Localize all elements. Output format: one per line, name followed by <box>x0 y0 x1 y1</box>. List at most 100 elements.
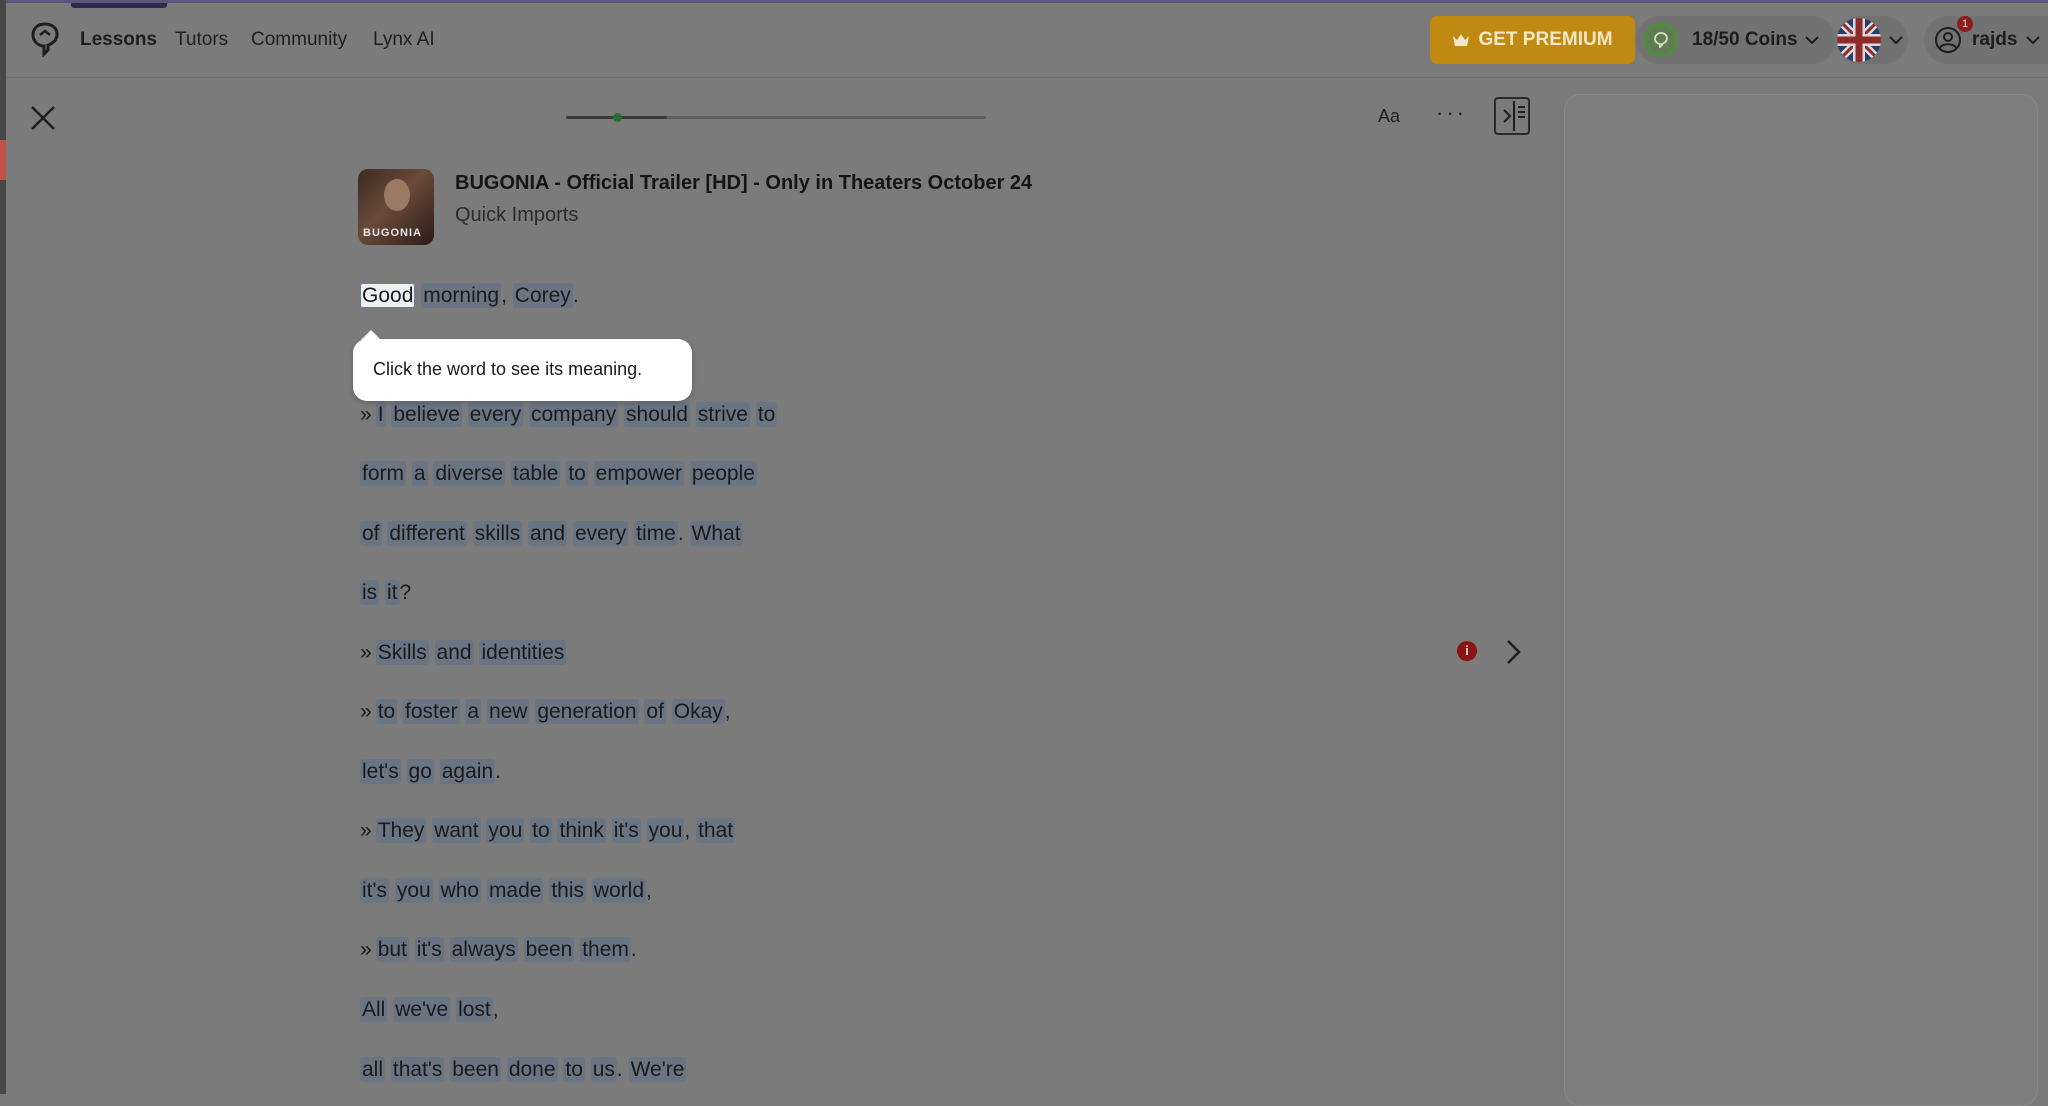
transcript-word[interactable]: and <box>434 640 474 665</box>
transcript-word[interactable]: we've <box>393 997 451 1022</box>
transcript-word[interactable]: people <box>689 461 757 486</box>
coins-label: 18/50 Coins <box>1692 29 1798 50</box>
transcript-word[interactable]: been <box>450 1057 501 1082</box>
transcript-word[interactable]: morning <box>421 283 502 308</box>
transcript-word[interactable]: want <box>432 818 481 843</box>
transcript-line: » to foster a new generation of Okay, <box>360 699 731 724</box>
transcript-word[interactable]: I <box>375 402 386 427</box>
transcript-word[interactable]: think <box>557 818 606 843</box>
transcript-word[interactable]: table <box>510 461 561 486</box>
transcript-word[interactable]: who <box>438 878 482 903</box>
transcript-word[interactable]: Good <box>360 283 416 308</box>
transcript-word[interactable]: a <box>411 461 428 486</box>
transcript-word[interactable]: to <box>375 699 398 724</box>
transcript-word[interactable]: that <box>696 818 736 843</box>
transcript-word[interactable]: you <box>394 878 433 903</box>
transcript-word[interactable]: of <box>360 521 382 546</box>
transcript-word[interactable]: let's <box>360 759 401 784</box>
transcript-word[interactable]: it's <box>360 878 390 903</box>
transcript-word[interactable]: is <box>360 580 380 605</box>
transcript-word[interactable]: lost <box>456 997 493 1022</box>
transcript-word[interactable]: every <box>467 402 524 427</box>
transcript-word[interactable]: you <box>646 818 685 843</box>
transcript-word[interactable]: to <box>566 461 588 486</box>
transcript-word[interactable]: company <box>528 402 619 427</box>
transcript-word[interactable]: you <box>486 818 525 843</box>
more-options-button[interactable]: ··· <box>1436 100 1467 126</box>
transcript-word[interactable]: it's <box>414 937 444 962</box>
transcript-word[interactable]: to <box>530 818 552 843</box>
speaker-marker: » <box>360 819 372 842</box>
transcript-word[interactable]: go <box>406 759 434 784</box>
transcript-word[interactable]: every <box>572 521 629 546</box>
lingq-logo-icon[interactable] <box>30 21 60 57</box>
get-premium-button[interactable]: GET PREMIUM <box>1430 16 1635 64</box>
left-edge-marker <box>0 140 6 180</box>
punctuation: . <box>616 1058 623 1081</box>
transcript-word[interactable]: We're <box>628 1057 687 1082</box>
transcript-word[interactable]: all <box>360 1057 386 1082</box>
punctuation: , <box>492 998 499 1021</box>
notification-badge[interactable]: 1 <box>1957 16 1973 32</box>
lesson-thumbnail: BUGONIA <box>358 169 434 245</box>
transcript-word[interactable]: empower <box>593 461 685 486</box>
nav-link-lessons[interactable]: Lessons <box>80 29 157 51</box>
top-nav: Lessons Tutors Community Lynx AI GET PRE… <box>6 3 2048 78</box>
language-selector[interactable] <box>1836 16 1908 64</box>
transcript-word[interactable]: identities <box>479 640 567 665</box>
transcript-line: All we've lost, <box>360 997 499 1022</box>
transcript-line: » Skills and identities <box>360 640 567 665</box>
transcript-word[interactable]: but <box>375 937 409 962</box>
transcript-word[interactable]: them <box>580 937 631 962</box>
transcript-word[interactable]: new <box>486 699 530 724</box>
nav-link-community[interactable]: Community <box>251 29 347 51</box>
transcript-word[interactable]: done <box>506 1057 558 1082</box>
transcript-word[interactable]: generation <box>535 699 639 724</box>
transcript-word[interactable]: time <box>634 521 678 546</box>
transcript-word[interactable]: it's <box>611 818 641 843</box>
transcript-word[interactable]: Okay <box>671 699 725 724</box>
side-panel-toggle-button[interactable] <box>1494 97 1530 135</box>
transcript-word[interactable]: and <box>528 521 568 546</box>
nav-link-tutors[interactable]: Tutors <box>175 29 228 51</box>
transcript-word[interactable]: us <box>590 1057 617 1082</box>
transcript-word[interactable]: again <box>439 759 496 784</box>
transcript-word[interactable]: made <box>486 878 544 903</box>
transcript-word[interactable]: form <box>360 461 406 486</box>
lesson-course[interactable]: Quick Imports <box>455 204 578 227</box>
transcript-word[interactable]: Skills <box>375 640 429 665</box>
transcript-word[interactable]: believe <box>391 402 462 427</box>
font-settings-button[interactable]: Aa <box>1378 106 1400 127</box>
transcript-word[interactable]: to <box>755 402 778 427</box>
transcript-word[interactable]: of <box>644 699 666 724</box>
transcript-word[interactable]: always <box>449 937 518 962</box>
transcript-word[interactable]: strive <box>695 402 750 427</box>
transcript-word[interactable]: that's <box>390 1057 445 1082</box>
nav-link-lynx-ai[interactable]: Lynx AI <box>373 29 435 51</box>
transcript-word[interactable]: They <box>375 818 427 843</box>
transcript-word[interactable]: What <box>689 521 743 546</box>
chevron-right-icon[interactable] <box>1504 638 1524 666</box>
transcript-word[interactable]: diverse <box>433 461 506 486</box>
coins-dropdown[interactable]: 18/50 Coins <box>1636 16 1836 64</box>
transcript-word[interactable]: foster <box>403 699 460 724</box>
transcript-word[interactable]: different <box>387 521 467 546</box>
profile-menu[interactable]: rajds <box>1924 16 2048 64</box>
transcript-word[interactable]: a <box>465 699 482 724</box>
transcript-word[interactable]: to <box>563 1057 585 1082</box>
username-label: rajds <box>1972 29 2018 50</box>
speaker-marker: » <box>360 403 372 426</box>
transcript-word[interactable]: Corey <box>512 283 573 308</box>
progress-marker <box>613 113 622 122</box>
close-icon[interactable] <box>28 103 58 133</box>
transcript-word[interactable]: this <box>549 878 586 903</box>
user-avatar-icon <box>1935 27 1961 53</box>
transcript-word[interactable]: it <box>385 580 400 605</box>
transcript-word[interactable]: world <box>591 878 647 903</box>
transcript-word[interactable]: been <box>523 937 575 962</box>
lesson-progress-bar[interactable] <box>566 113 986 122</box>
transcript-word[interactable]: should <box>624 402 690 427</box>
transcript-word[interactable]: skills <box>472 521 523 546</box>
transcript-word[interactable]: All <box>360 997 388 1022</box>
info-icon[interactable]: i <box>1457 641 1477 661</box>
